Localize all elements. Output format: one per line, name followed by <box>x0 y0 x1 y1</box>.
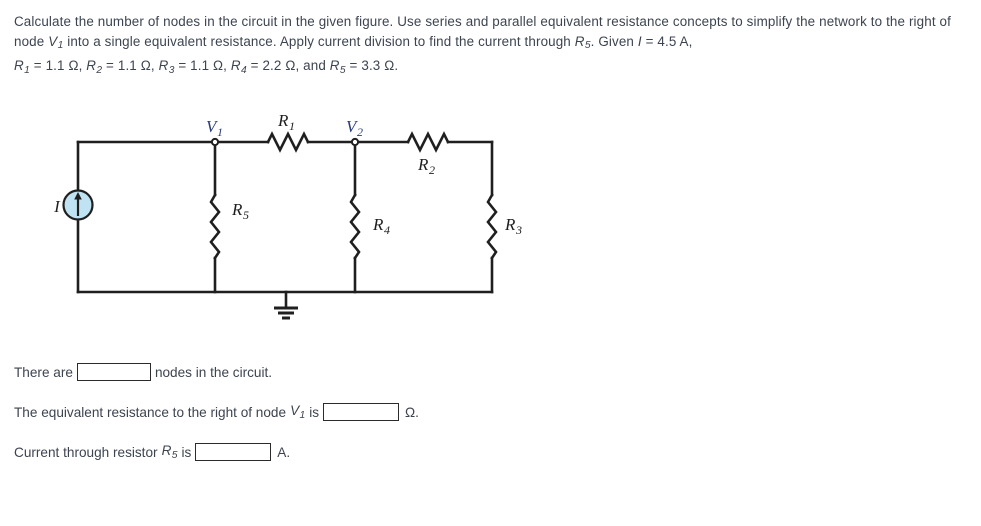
nodes-prompt-suffix: nodes in the circuit. <box>154 364 273 380</box>
resistor-r1-symbol <box>266 131 310 153</box>
resistor-r2-symbol <box>406 131 450 153</box>
node-reference-v1: V1 <box>48 33 64 52</box>
circuit-svg: I V 1 V 2 R 1 R 2 R 3 R 4 R 5 <box>53 111 522 320</box>
current-unit-label: A. <box>277 444 291 460</box>
label-current-source: I <box>53 197 61 216</box>
label-resistor-r3-sub: 3 <box>515 223 522 237</box>
label-resistor-r4-sub: 4 <box>384 223 390 237</box>
problem-text-part2: into a single equivalent resistance. App… <box>63 33 575 49</box>
label-resistor-r1-symbol: R <box>277 111 289 130</box>
label-resistor-r3: R 3 <box>504 215 522 237</box>
label-resistor-r2: R 2 <box>417 155 435 177</box>
current-through-r5-input[interactable] <box>195 443 272 461</box>
label-node-v1-sub: 1 <box>217 125 223 139</box>
value-r5: R5 = 3.3 Ω. <box>329 58 399 76</box>
ground-icon <box>274 306 298 320</box>
label-resistor-r5: R 5 <box>231 200 249 222</box>
label-resistor-r4-symbol: R <box>372 215 384 234</box>
problem-statement: Calculate the number of nodes in the cir… <box>14 12 966 80</box>
circuit-diagram: I V 1 V 2 R 1 R 2 R 3 R 4 R 5 <box>0 100 560 325</box>
answer-section: There are nodes in the circuit. The equi… <box>14 352 614 472</box>
value-r3: R3 = 1.1 Ω, <box>158 58 231 76</box>
label-resistor-r2-sub: 2 <box>429 163 435 177</box>
resistor-r4-symbol <box>349 193 361 260</box>
label-node-v2-sub: 2 <box>357 125 363 139</box>
value-r1: R1 = 1.1 Ω, <box>14 58 87 76</box>
node-marker-v2 <box>350 137 360 147</box>
resistor-r3-symbol <box>486 193 498 260</box>
current-source <box>62 189 94 221</box>
current-prompt-is: is <box>181 444 192 460</box>
label-resistor-r2-symbol: R <box>417 155 429 174</box>
current-value: = 4.5 A, <box>641 33 693 49</box>
answer-line-equivalent-resistance: The equivalent resistance to the right o… <box>14 392 614 432</box>
current-resistor-reference: R5 <box>161 443 178 461</box>
label-resistor-r1-sub: 1 <box>289 119 295 133</box>
label-resistor-r5-symbol: R <box>231 200 243 219</box>
req-node-reference: V1 <box>290 403 306 421</box>
req-unit-label: Ω. <box>405 404 419 420</box>
node-marker-v1 <box>210 137 220 147</box>
req-prompt-prefix: The equivalent resistance to the right o… <box>14 404 287 420</box>
nodes-prompt-prefix: There are <box>14 364 73 380</box>
answer-line-nodes: There are nodes in the circuit. <box>14 352 614 392</box>
answer-line-current: Current through resistor R5 is A. <box>14 432 614 472</box>
equivalent-resistance-input[interactable] <box>323 403 400 421</box>
resistor-r5-symbol <box>209 193 221 260</box>
req-prompt-is: is <box>309 404 320 420</box>
label-node-v2: V 2 <box>346 117 363 139</box>
resistor-reference-r5: R5 <box>574 33 591 52</box>
label-resistor-r5-sub: 5 <box>243 208 249 222</box>
value-r4: R4 = 2.2 Ω, and <box>230 58 330 76</box>
label-resistor-r3-symbol: R <box>504 215 516 234</box>
label-node-v1: V 1 <box>206 117 223 139</box>
label-resistor-r1: R 1 <box>277 111 295 133</box>
label-resistor-r4: R 4 <box>372 215 390 237</box>
nodes-count-input[interactable] <box>76 363 151 381</box>
value-r2: R2 = 1.1 Ω, <box>86 58 159 76</box>
current-prompt-prefix: Current through resistor <box>14 444 158 460</box>
problem-text-part3: . Given <box>590 33 638 49</box>
